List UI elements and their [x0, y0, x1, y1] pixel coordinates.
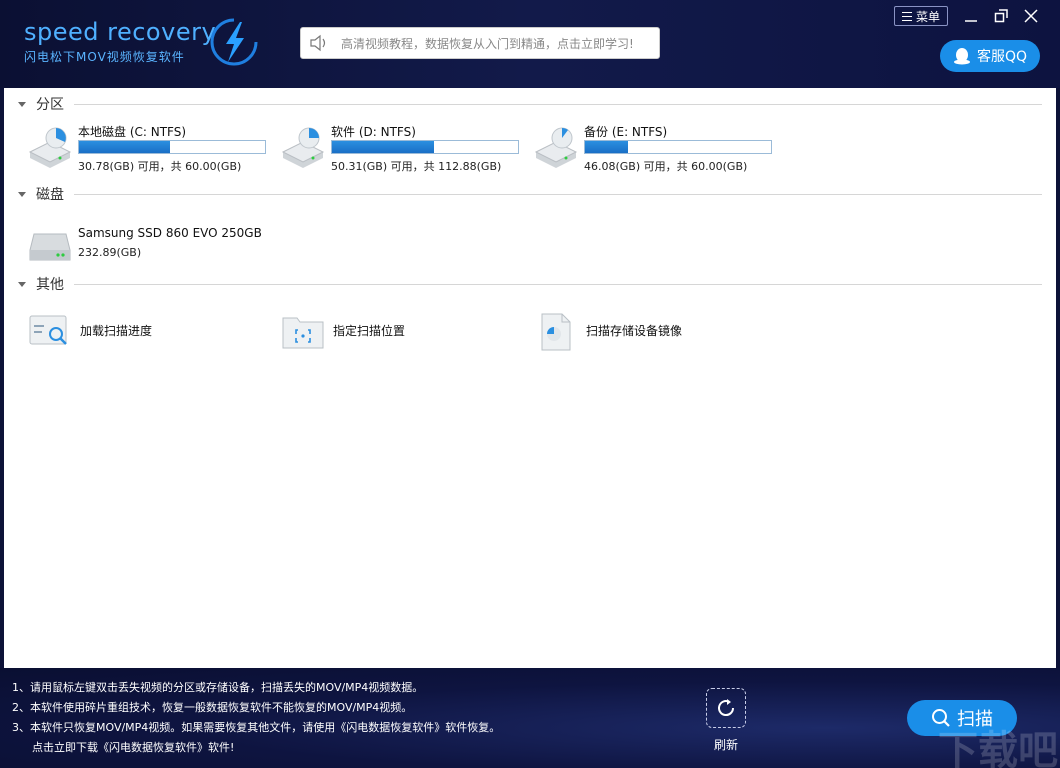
partition-name: 本地磁盘 (C: NTFS) [78, 125, 187, 139]
disk-image-icon [541, 313, 571, 351]
folder-target-icon [282, 317, 324, 349]
close-button[interactable] [1018, 4, 1044, 28]
menu-icon [901, 11, 912, 21]
minimize-button[interactable] [958, 4, 984, 28]
partition-name: 备份 (E: NTFS) [584, 125, 668, 139]
section-other[interactable]: 其他 [18, 274, 1042, 294]
drive-pie-icon [28, 127, 72, 168]
maximize-icon [994, 9, 1008, 23]
other-item-label: 加载扫描进度 [80, 324, 153, 338]
section-label: 其他 [36, 277, 64, 293]
usage-bar [78, 140, 266, 154]
section-label: 分区 [36, 97, 64, 113]
tip-line: 1、请用鼠标左键双击丢失视频的分区或存储设备，扫描丢失的MOV/MP4视频数据。 [12, 681, 424, 694]
usage-bar-fill [79, 141, 171, 153]
usage-bar [584, 140, 772, 154]
collapse-triangle-icon[interactable] [18, 281, 26, 287]
usage-bar [331, 140, 519, 154]
section-partition[interactable]: 分区 [18, 94, 1042, 114]
refresh-icon [718, 699, 735, 717]
load-progress-icon [29, 315, 67, 345]
tips-list: 1、请用鼠标左键双击丢失视频的分区或存储设备，扫描丢失的MOV/MP4视频数据。… [12, 678, 500, 758]
other-item-label: 扫描存储设备镜像 [586, 324, 683, 338]
qq-icon [953, 48, 970, 65]
title-bar: speed recovery 闪电松下MOV视频恢复软件 高清视频教程，数据恢复… [0, 0, 1060, 88]
hard-disk-icon [29, 233, 71, 261]
maximize-button[interactable] [988, 4, 1014, 28]
main-panel: 分区 本地磁盘 (C: NTFS) 30.78(GB) 可用，共 60.00(G… [4, 88, 1056, 668]
section-label: 磁盘 [36, 187, 64, 203]
download-link[interactable]: 点击立即下载《闪电数据恢复软件》软件! [12, 738, 500, 758]
other-item-label: 指定扫描位置 [333, 324, 406, 338]
partition-info: 46.08(GB) 可用，共 60.00(GB) [584, 160, 748, 173]
disk-item[interactable]: Samsung SSD 860 EVO 250GB 232.89(GB) [26, 224, 266, 280]
partition-info: 50.31(GB) 可用，共 112.88(GB) [331, 160, 502, 173]
refresh-label: 刷新 [713, 738, 738, 752]
partition-item[interactable]: 本地磁盘 (C: NTFS) 30.78(GB) 可用，共 60.00(GB) [26, 122, 266, 178]
speaker-icon [310, 34, 326, 52]
partition-name: 软件 (D: NTFS) [331, 125, 416, 139]
close-icon [1024, 9, 1038, 23]
logo-title: speed recovery [24, 18, 217, 46]
app-logo: speed recovery 闪电松下MOV视频恢复软件 [24, 18, 216, 65]
collapse-triangle-icon[interactable] [18, 101, 26, 107]
lightning-logo-icon [206, 14, 262, 74]
section-disk[interactable]: 磁盘 [18, 184, 1042, 204]
divider [74, 283, 1042, 285]
usage-bar-fill [585, 141, 628, 153]
notice-bar[interactable]: 高清视频教程，数据恢复从入门到精通，点击立即学习! [300, 27, 660, 59]
notice-text: 高清视频教程，数据恢复从入门到精通，点击立即学习! [341, 36, 634, 51]
drive-pie-icon [534, 127, 578, 168]
menu-button[interactable]: 菜单 [894, 6, 948, 26]
load-scan-progress-item[interactable]: 加载扫描进度 [28, 312, 248, 352]
partition-info: 30.78(GB) 可用，共 60.00(GB) [78, 160, 242, 173]
qq-support-button[interactable]: 客服QQ [940, 40, 1040, 72]
disk-info: 232.89(GB) [78, 246, 142, 259]
divider [74, 103, 1042, 105]
collapse-triangle-icon[interactable] [18, 191, 26, 197]
divider [74, 193, 1042, 195]
tip-line: 3、本软件只恢复MOV/MP4视频。如果需要恢复其他文件，请使用《闪电数据恢复软… [12, 721, 501, 734]
qq-label: 客服QQ [976, 49, 1028, 65]
watermark: 下载吧 [938, 728, 1058, 768]
logo-subtitle: 闪电松下MOV视频恢复软件 [24, 50, 185, 64]
usage-bar-fill [332, 141, 435, 153]
scan-disk-image-item[interactable]: 扫描存储设备镜像 [534, 312, 754, 352]
footer-bar: 1、请用鼠标左键双击丢失视频的分区或存储设备，扫描丢失的MOV/MP4视频数据。… [0, 668, 1060, 768]
tip-line: 2、本软件使用碎片重组技术，恢复一般数据恢复软件不能恢复的MOV/MP4视频。 [12, 701, 413, 714]
menu-label: 菜单 [915, 9, 940, 24]
partition-item[interactable]: 软件 (D: NTFS) 50.31(GB) 可用，共 112.88(GB) [279, 122, 519, 178]
minimize-icon [965, 20, 977, 22]
drive-pie-icon [281, 127, 325, 168]
specify-scan-location-item[interactable]: 指定扫描位置 [281, 312, 501, 352]
disk-name: Samsung SSD 860 EVO 250GB [78, 226, 262, 240]
refresh-button[interactable] [706, 688, 746, 728]
partition-item[interactable]: 备份 (E: NTFS) 46.08(GB) 可用，共 60.00(GB) [532, 122, 772, 178]
